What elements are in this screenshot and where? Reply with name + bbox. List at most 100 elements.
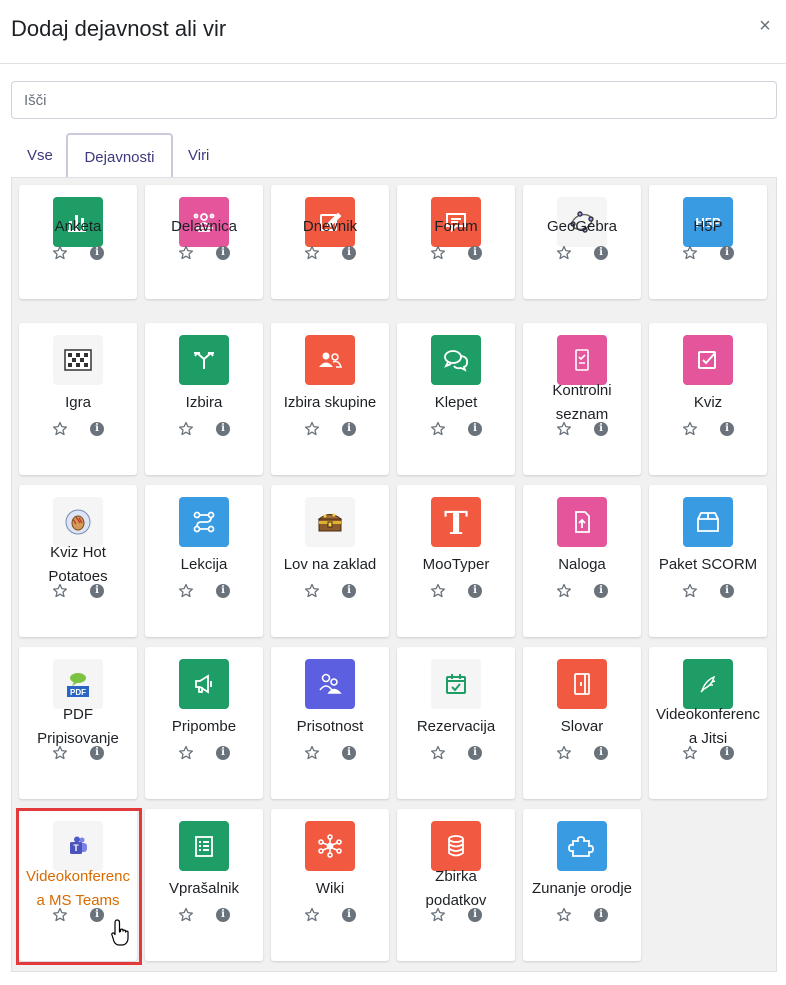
activity-card[interactable]: Slovar i (523, 647, 641, 799)
activity-name: Kviz Hot Potatoes (48, 544, 108, 585)
star-icon[interactable] (52, 907, 68, 923)
info-icon[interactable]: i (90, 746, 104, 760)
activity-card[interactable]: Zbirka podatkov i (397, 809, 515, 961)
info-icon[interactable]: i (90, 908, 104, 922)
search-input[interactable] (11, 81, 777, 119)
info-icon[interactable]: i (720, 246, 734, 260)
close-button[interactable]: × (756, 14, 774, 38)
activity-card[interactable]: Pripombe i (145, 647, 263, 799)
activity-card[interactable]: H5P H5P i (649, 185, 767, 299)
puzzle-icon (557, 821, 607, 871)
star-icon[interactable] (430, 745, 446, 761)
tab-dejavnosti[interactable]: Dejavnosti (66, 133, 173, 179)
star-icon[interactable] (682, 421, 698, 437)
activity-card[interactable]: Forum i (397, 185, 515, 299)
activity-name: H5P (693, 218, 723, 235)
pdf-icon: PDF (53, 659, 103, 709)
activity-card[interactable]: Rezervacija i (397, 647, 515, 799)
info-icon[interactable]: i (216, 584, 230, 598)
activity-card[interactable]: Anketa i (19, 185, 137, 299)
star-icon[interactable] (304, 907, 320, 923)
star-icon[interactable] (178, 583, 194, 599)
info-icon[interactable]: i (594, 908, 608, 922)
activity-card[interactable]: Vprašalnik i (145, 809, 263, 961)
activity-card[interactable]: Zunanje orodje i (523, 809, 641, 961)
info-icon[interactable]: i (216, 746, 230, 760)
info-icon[interactable]: i (720, 584, 734, 598)
info-icon[interactable]: i (594, 584, 608, 598)
star-icon[interactable] (430, 907, 446, 923)
star-icon[interactable] (304, 583, 320, 599)
star-icon[interactable] (52, 421, 68, 437)
star-icon[interactable] (430, 421, 446, 437)
tab-vse[interactable]: Vse (27, 133, 53, 177)
star-icon[interactable] (178, 745, 194, 761)
info-icon[interactable]: i (342, 584, 356, 598)
star-icon[interactable] (556, 907, 572, 923)
star-icon[interactable] (682, 745, 698, 761)
activity-name: Vprašalnik (168, 880, 240, 897)
activity-name: Kviz (693, 394, 723, 411)
activity-name: Lov na zaklad (283, 556, 377, 573)
activity-card[interactable]: Kviz i (649, 323, 767, 475)
activity-card[interactable]: GeoGebra i (523, 185, 641, 299)
info-icon[interactable]: i (720, 746, 734, 760)
activity-card[interactable]: Dnevnik i (271, 185, 389, 299)
star-icon[interactable] (556, 245, 572, 261)
star-icon[interactable] (178, 245, 194, 261)
activity-card[interactable]: Wiki i (271, 809, 389, 961)
activity-card[interactable]: Kontrolni seznam i (523, 323, 641, 475)
info-icon[interactable]: i (342, 246, 356, 260)
star-icon[interactable] (556, 421, 572, 437)
activity-card[interactable]: Lekcija i (145, 485, 263, 637)
star-icon[interactable] (178, 907, 194, 923)
activity-card[interactable]: Izbira i (145, 323, 263, 475)
info-icon[interactable]: i (468, 908, 482, 922)
star-icon[interactable] (682, 245, 698, 261)
calendar-check-icon (431, 659, 481, 709)
info-icon[interactable]: i (720, 422, 734, 436)
activity-card[interactable]: Klepet i (397, 323, 515, 475)
activity-card[interactable]: Delavnica i (145, 185, 263, 299)
activity-card[interactable]: Izbira skupine i (271, 323, 389, 475)
info-icon[interactable]: i (90, 584, 104, 598)
star-icon[interactable] (430, 583, 446, 599)
info-icon[interactable]: i (342, 746, 356, 760)
activity-card[interactable]: Prisotnost i (271, 647, 389, 799)
info-icon[interactable]: i (468, 746, 482, 760)
star-icon[interactable] (52, 745, 68, 761)
star-icon[interactable] (682, 583, 698, 599)
star-icon[interactable] (52, 583, 68, 599)
star-icon[interactable] (430, 245, 446, 261)
star-icon[interactable] (556, 583, 572, 599)
activity-card[interactable]: Videokonferenc a Jitsi i (649, 647, 767, 799)
info-icon[interactable]: i (90, 422, 104, 436)
activity-card[interactable]: PDF PDF Pripisovanje i (19, 647, 137, 799)
activity-card[interactable]: Paket SCORM i (649, 485, 767, 637)
activity-card[interactable]: T MooTyper i (397, 485, 515, 637)
star-icon[interactable] (304, 421, 320, 437)
star-icon[interactable] (52, 245, 68, 261)
info-icon[interactable]: i (342, 908, 356, 922)
tab-viri[interactable]: Viri (188, 133, 209, 177)
activity-card[interactable]: Igra i (19, 323, 137, 475)
info-icon[interactable]: i (216, 422, 230, 436)
info-icon[interactable]: i (90, 246, 104, 260)
activity-card[interactable]: Naloga i (523, 485, 641, 637)
info-icon[interactable]: i (594, 422, 608, 436)
info-icon[interactable]: i (594, 746, 608, 760)
info-icon[interactable]: i (216, 246, 230, 260)
activity-card[interactable]: Kviz Hot Potatoes i (19, 485, 137, 637)
info-icon[interactable]: i (468, 422, 482, 436)
info-icon[interactable]: i (468, 584, 482, 598)
info-icon[interactable]: i (216, 908, 230, 922)
star-icon[interactable] (178, 421, 194, 437)
star-icon[interactable] (304, 245, 320, 261)
activity-card[interactable]: Lov na zaklad i (271, 485, 389, 637)
star-icon[interactable] (304, 745, 320, 761)
info-icon[interactable]: i (468, 246, 482, 260)
list-icon (179, 821, 229, 871)
star-icon[interactable] (556, 745, 572, 761)
info-icon[interactable]: i (342, 422, 356, 436)
info-icon[interactable]: i (594, 246, 608, 260)
